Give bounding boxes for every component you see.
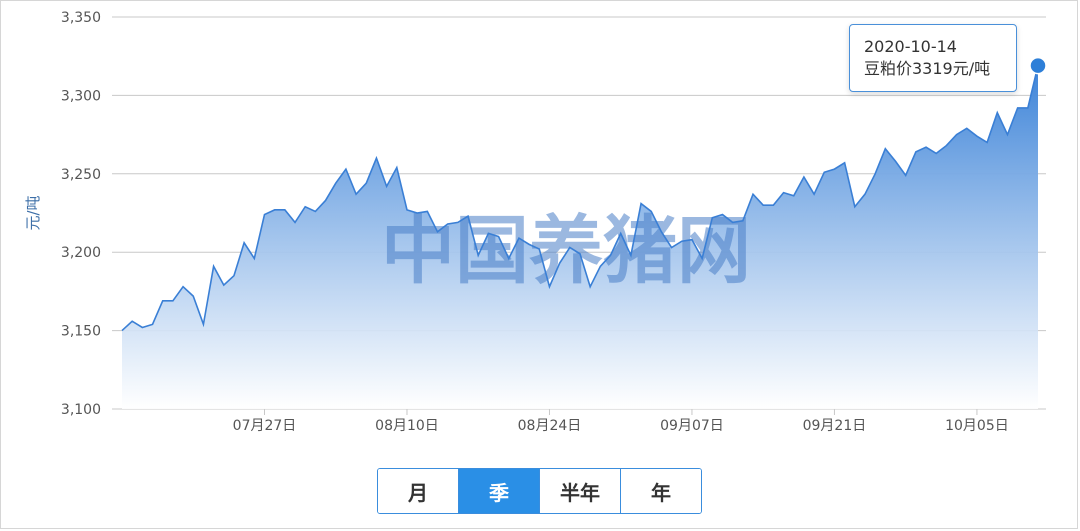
tooltip-value: 豆粕价3319元/吨 (864, 59, 991, 78)
x-tick-label: 08月24日 (518, 418, 582, 434)
x-tick-label: 08月10日 (375, 418, 439, 434)
x-tick-label: 10月05日 (945, 418, 1009, 434)
x-tick-label: 09月21日 (803, 418, 867, 434)
last-point-marker[interactable] (1029, 56, 1047, 75)
x-tick-label: 07月27日 (233, 418, 297, 434)
x-tick-label: 09月07日 (660, 418, 724, 434)
period-button-month[interactable]: 月 (378, 469, 459, 513)
y-axis-label: 元/吨 (24, 195, 42, 230)
tooltip-date: 2020-10-14 (864, 37, 957, 56)
tooltip: 2020-10-14 豆粕价3319元/吨 (849, 24, 1017, 92)
y-tick-label: 3,300 (61, 88, 101, 104)
y-axis-ticks: 3,100 3,150 3,200 3,250 3,300 3,350 (61, 10, 101, 418)
y-tick-label: 3,150 (61, 324, 101, 340)
y-tick-label: 3,100 (61, 402, 101, 418)
period-button-half-year[interactable]: 半年 (540, 469, 621, 513)
period-button-quarter[interactable]: 季 (459, 469, 540, 513)
y-tick-label: 3,350 (61, 10, 101, 26)
x-axis-ticks: 07月27日 08月10日 08月24日 09月07日 09月21日 10月05日 (233, 409, 1009, 434)
period-selector: 月 季 半年 年 (377, 468, 702, 514)
watermark: 中国养猪网 (381, 208, 751, 294)
y-tick-label: 3,250 (61, 167, 101, 183)
y-tick-label: 3,200 (61, 245, 101, 261)
period-button-year[interactable]: 年 (621, 469, 701, 513)
